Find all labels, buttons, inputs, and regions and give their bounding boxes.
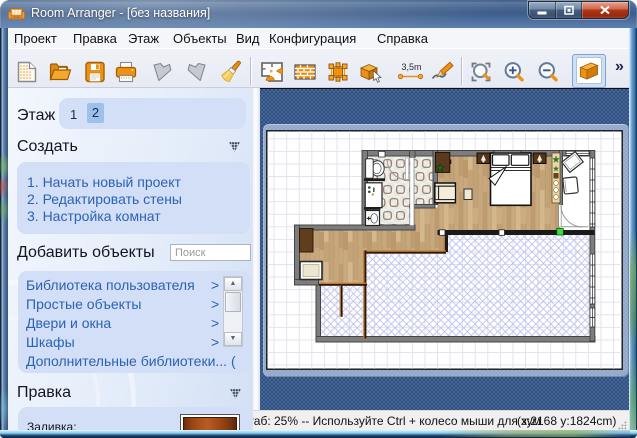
svg-text:3,5m: 3,5m (402, 62, 422, 72)
